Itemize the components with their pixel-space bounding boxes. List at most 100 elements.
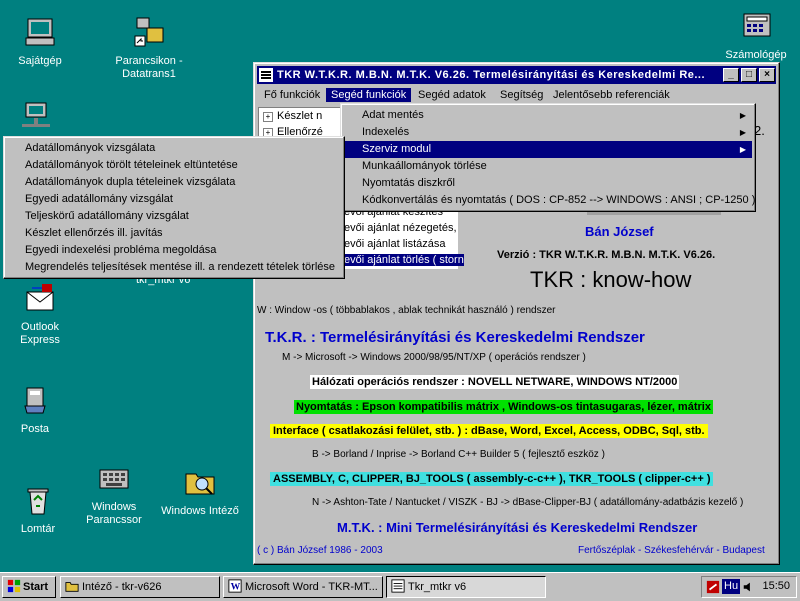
my-computer-glyph-icon bbox=[25, 18, 55, 46]
svg-text:W: W bbox=[231, 582, 241, 593]
taskbar-button-tkr[interactable]: Tkr_mtkr v6 bbox=[386, 576, 546, 598]
menu-jelentosebb-referenciak[interactable]: Jelentősebb referenciák bbox=[548, 88, 675, 102]
taskbar-button-label: Microsoft Word - TKR-MT... bbox=[245, 581, 378, 593]
taskbar: Start Intéző - tkr-v626 W Microsoft Word… bbox=[0, 572, 800, 601]
submenu-arrow-icon: ▶ bbox=[739, 111, 746, 120]
tkr-heading: T.K.R. : Termelésirányítási és Kereskede… bbox=[265, 329, 645, 346]
tree-item-label: Készlet n bbox=[277, 110, 323, 122]
m-line: M -> Microsoft -> Windows 2000/98/95/NT/… bbox=[282, 352, 586, 363]
menu-item-munkaallomanyok-torlese[interactable]: Munkaállományok törlése bbox=[344, 158, 752, 175]
n-line: N -> Ashton-Tate / Nantucket / VISZK - B… bbox=[312, 497, 744, 508]
mtk-heading: M.T.K. : Mini Termelésirányítási és Kere… bbox=[337, 520, 698, 535]
datatrans-shortcut-label: Parancsikon - Datatrans1 bbox=[115, 55, 183, 80]
command-prompt-icon bbox=[99, 469, 129, 489]
menu-item-kodkonvertalas[interactable]: Kódkonvertálás és nyomtatás ( DOS : CP-8… bbox=[344, 192, 756, 209]
command-prompt-label: Windows Parancssor bbox=[86, 501, 142, 526]
menu-segitseg[interactable]: Segítség bbox=[495, 88, 548, 102]
seged-funkciok-menu: Adat mentés ▶ Indexelés ▶ Szerviz modul ▶ M… bbox=[340, 103, 756, 212]
window-title: TKR W.T.K.R. M.B.N. M.T.K. V6.26. Termel… bbox=[277, 69, 706, 81]
location-text: Fertőszéplak - Székesfehérvár - Budapest bbox=[578, 545, 765, 556]
windows-explorer-icon bbox=[185, 473, 215, 495]
maximize-button[interactable]: □ bbox=[741, 68, 757, 82]
language-indicator[interactable]: Hu bbox=[722, 579, 741, 594]
windows-explorer-label: Windows Intéző bbox=[161, 505, 239, 517]
app-icon[interactable] bbox=[259, 68, 273, 82]
posta-label: Posta bbox=[20, 423, 50, 435]
menu-item-adat-mentes[interactable]: Adat mentés ▶ bbox=[344, 107, 752, 124]
outlook-express-icon bbox=[26, 284, 54, 311]
windows-explorer-shortcut[interactable]: Windows Intéző bbox=[160, 466, 240, 518]
service-item[interactable]: Megrendelés teljesítések mentése ill. a … bbox=[7, 259, 341, 276]
recycle-bin-label: Lomtár bbox=[20, 523, 56, 535]
version-text: Verzió : TKR W.T.K.R. M.B.N. M.T.K. V6.2… bbox=[497, 249, 716, 261]
taskbar-button-explorer[interactable]: Intéző - tkr-v626 bbox=[60, 576, 220, 598]
volume-icon[interactable] bbox=[742, 580, 756, 594]
menu-seged-adatok[interactable]: Segéd adatok bbox=[413, 88, 491, 102]
menu-item-label: Szerviz modul bbox=[362, 143, 432, 155]
tray-app-icon[interactable] bbox=[706, 580, 720, 594]
knowhow-text: TKR : know-how bbox=[530, 267, 692, 292]
word-small-icon: W bbox=[228, 579, 242, 593]
calculator-icon bbox=[743, 13, 771, 37]
tkr-small-icon bbox=[391, 579, 405, 593]
posta-icon bbox=[24, 387, 46, 414]
tree-item[interactable]: evői ajánlat listázása bbox=[344, 238, 446, 250]
submenu-arrow-icon: ▶ bbox=[739, 128, 746, 137]
calculator-label: Számológép bbox=[725, 49, 787, 61]
menu-seged-funkciok[interactable]: Segéd funkciók bbox=[326, 88, 412, 102]
menu-item-label: Indexelés bbox=[362, 126, 410, 138]
printing-band: Nyomtatás : Epson kompatibilis mátrix , … bbox=[294, 400, 713, 414]
expand-icon[interactable]: + bbox=[263, 112, 273, 122]
taskbar-button-word[interactable]: W Microsoft Word - TKR-MT... bbox=[223, 576, 383, 598]
service-item[interactable]: Adatállományok vizsgálata bbox=[7, 140, 341, 157]
taskbar-button-label: Intéző - tkr-v626 bbox=[82, 581, 162, 593]
copyright-text: ( c ) Bán József 1986 - 2003 bbox=[257, 545, 383, 556]
start-label: Start bbox=[23, 581, 49, 593]
network-icon[interactable] bbox=[20, 100, 54, 132]
service-item[interactable]: Készlet ellenőrzés ill. javítás bbox=[7, 225, 341, 242]
tree-item-label: evői ajánlat listázása bbox=[344, 238, 446, 250]
network-band: Hálózati operációs rendszer : NOVELL NET… bbox=[310, 375, 680, 389]
system-tray: Hu 15:50 bbox=[701, 576, 797, 598]
datatrans-shortcut[interactable]: Parancsikon - Datatrans1 bbox=[112, 16, 186, 81]
close-button[interactable]: × bbox=[759, 68, 775, 82]
recycle-bin[interactable]: Lomtár bbox=[0, 484, 78, 536]
author-name: Bán József bbox=[585, 224, 654, 239]
network-computer-icon bbox=[22, 102, 50, 127]
window-titlebar[interactable]: TKR W.T.K.R. M.B.N. M.T.K. V6.26. Termel… bbox=[257, 66, 776, 84]
menu-item-label: Nyomtatás diszkről bbox=[362, 177, 455, 189]
outlook-express-shortcut[interactable]: Outlook Express bbox=[0, 282, 80, 347]
menu-item-label: Munkaállományok törlése bbox=[362, 160, 487, 172]
tree-item-label: evői ajánlat nézegetés, bbox=[344, 222, 457, 234]
posta-shortcut[interactable]: Posta bbox=[0, 384, 75, 436]
clock[interactable]: 15:50 bbox=[762, 580, 790, 592]
minimize-button[interactable]: _ bbox=[723, 68, 739, 82]
service-item[interactable]: Egyedi adatállomány vizsgálat bbox=[7, 191, 341, 208]
tree-item[interactable]: + Készlet n bbox=[263, 110, 322, 122]
command-prompt-shortcut[interactable]: Windows Parancssor bbox=[74, 462, 154, 527]
calculator-shortcut[interactable]: Számológép bbox=[716, 10, 796, 62]
interface-band: Interface ( csatlakozási felület, stb. )… bbox=[270, 424, 708, 438]
outlook-express-label: Outlook Express bbox=[20, 321, 60, 346]
menubar: Fő funkciók Segéd funkciók Segéd adatok … bbox=[257, 86, 776, 104]
assembly-band: ASSEMBLY, C, CLIPPER, BJ_TOOLS ( assembl… bbox=[270, 472, 714, 486]
tree-item-selected[interactable]: evői ajánlat törlés ( storn bbox=[344, 254, 464, 266]
service-item[interactable]: Egyedi indexelési probléma megoldása bbox=[7, 242, 341, 259]
tree-item[interactable]: evői ajánlat nézegetés, bbox=[344, 222, 457, 234]
my-computer-label: Sajátgép bbox=[18, 55, 62, 67]
menu-item-szerviz-modul[interactable]: Szerviz modul ▶ bbox=[344, 141, 752, 158]
menu-fo-funkciok[interactable]: Fő funkciók bbox=[259, 88, 325, 102]
submenu-arrow-icon: ▶ bbox=[739, 145, 746, 154]
b-line: B -> Borland / Inprise -> Borland C++ Bu… bbox=[312, 449, 605, 460]
service-item[interactable]: Adatállományok dupla tételeinek vizsgála… bbox=[7, 174, 341, 191]
menu-item-label: Adat mentés bbox=[362, 109, 424, 121]
menu-item-nyomtatas-diszkrol[interactable]: Nyomtatás diszkről bbox=[344, 175, 752, 192]
menu-item-label: Kódkonvertálás és nyomtatás ( DOS : CP-8… bbox=[362, 194, 756, 206]
menu-item-indexeles[interactable]: Indexelés ▶ bbox=[344, 124, 752, 141]
my-computer-icon[interactable]: Sajátgép bbox=[0, 16, 80, 68]
service-item[interactable]: Teljeskörű adatállomány vizsgálat bbox=[7, 208, 341, 225]
windows-logo-icon bbox=[7, 579, 21, 593]
tree-item-label: evői ajánlat törlés ( storn bbox=[344, 254, 464, 266]
service-item[interactable]: Adatállományok törölt tételeinek eltünte… bbox=[7, 157, 341, 174]
start-button[interactable]: Start bbox=[2, 576, 56, 598]
